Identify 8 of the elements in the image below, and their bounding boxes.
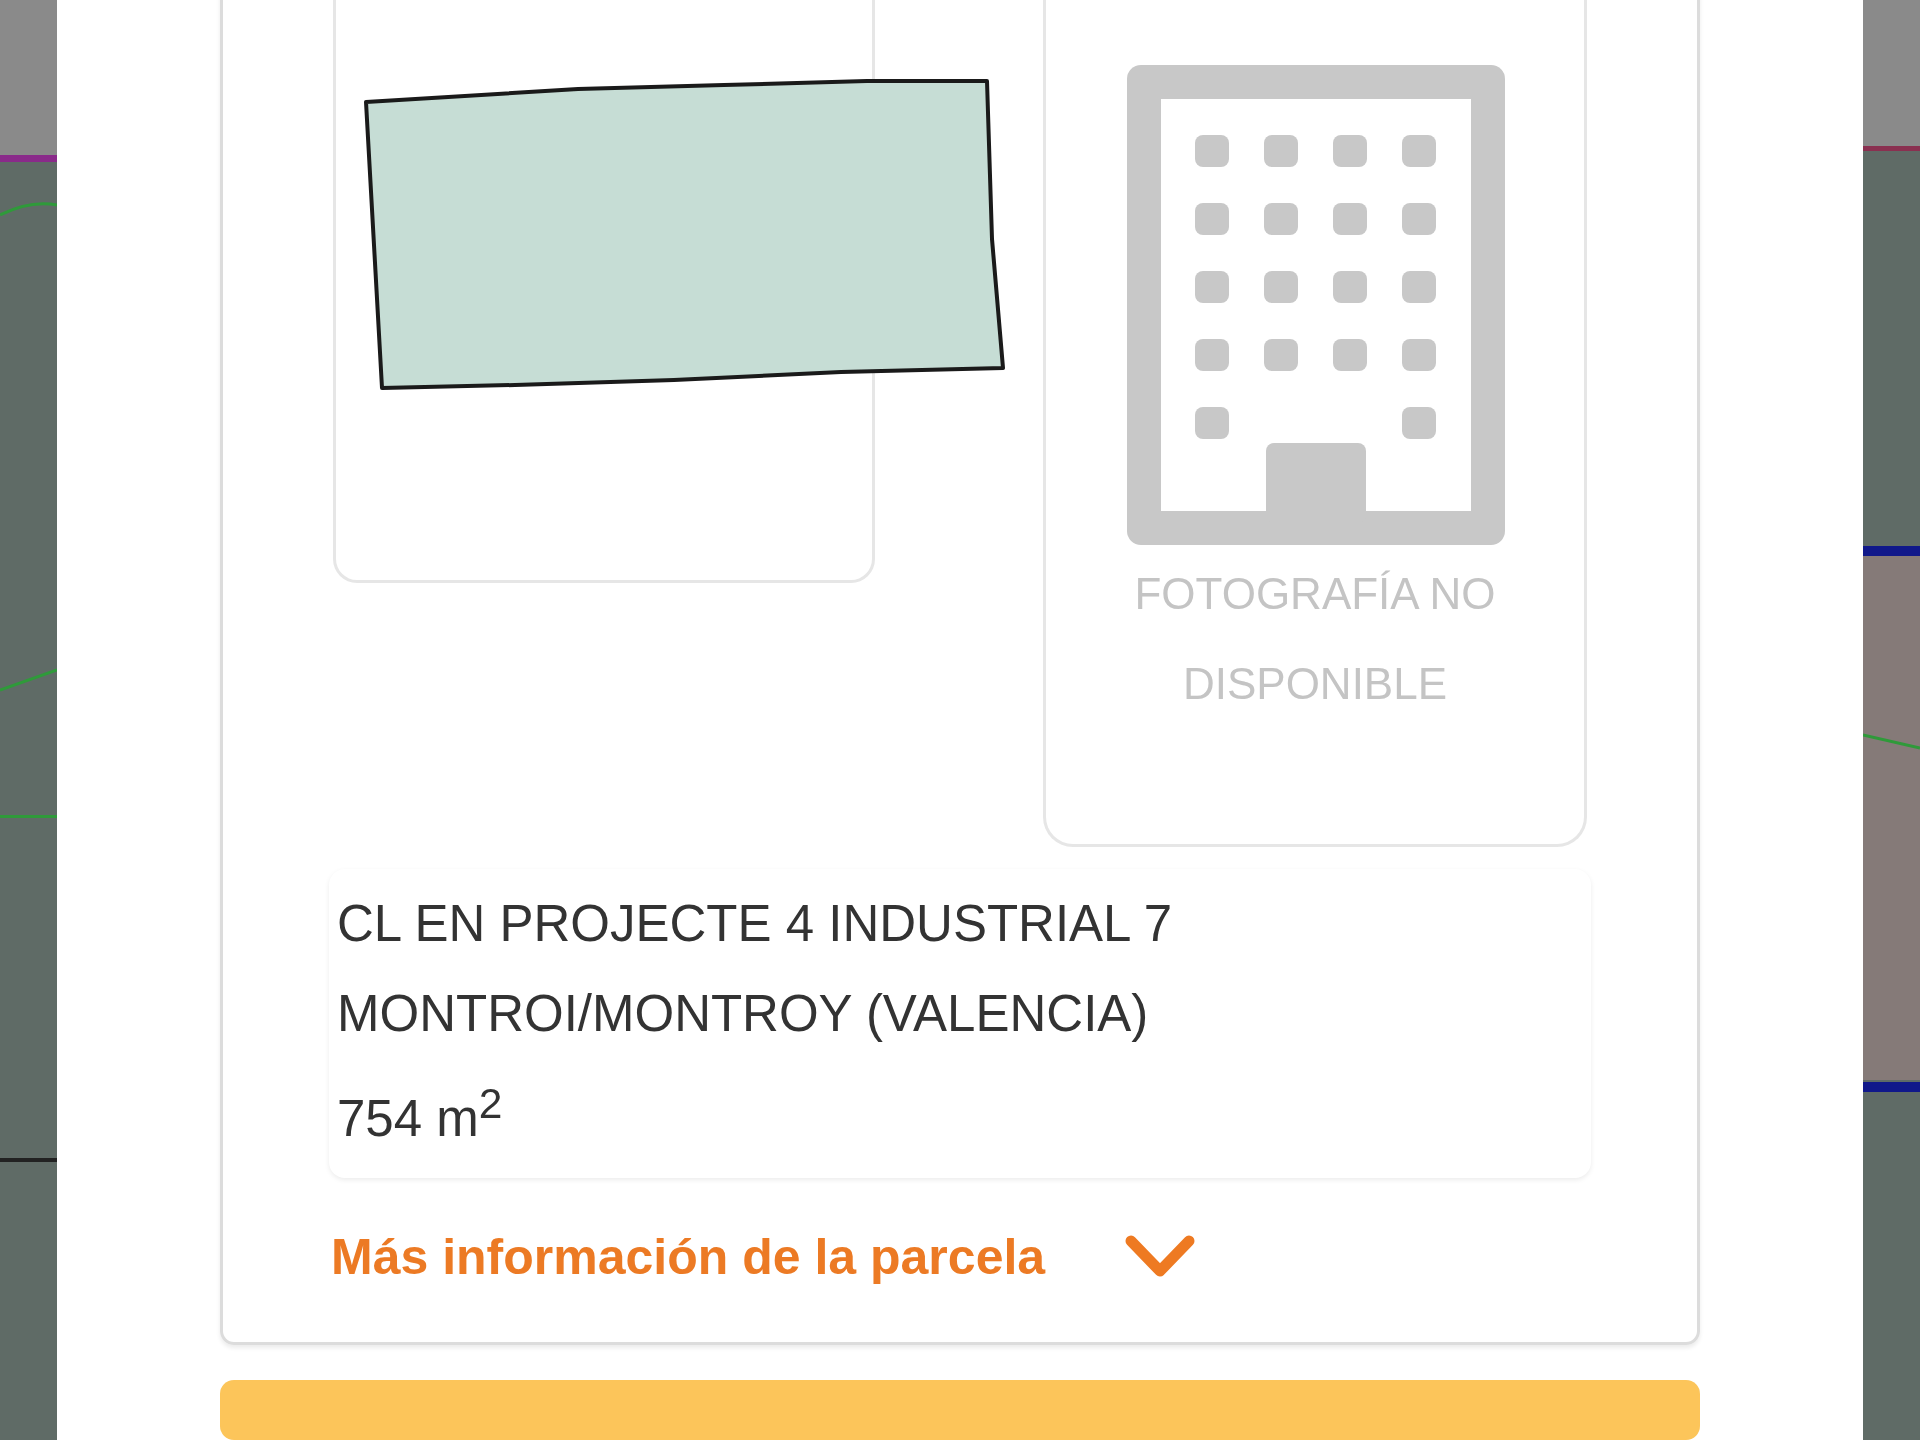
photo-unavailable-text: FOTOGRAFÍA NO DISPONIBLE	[1133, 568, 1497, 710]
building-icon	[1127, 65, 1505, 545]
area-text: 754 m$^{2}$	[337, 1079, 504, 1149]
action-button[interactable]	[220, 1380, 1700, 1440]
chevron-icon	[1125, 1235, 1196, 1279]
more-info-link[interactable]: Más información de la parcela	[331, 1228, 1196, 1286]
address-line: CL EN PROJECTE 4 INDUSTRIAL 7	[337, 894, 1174, 954]
address-line: MONTROI/MONTROY (VALENCIA)	[337, 984, 1150, 1044]
